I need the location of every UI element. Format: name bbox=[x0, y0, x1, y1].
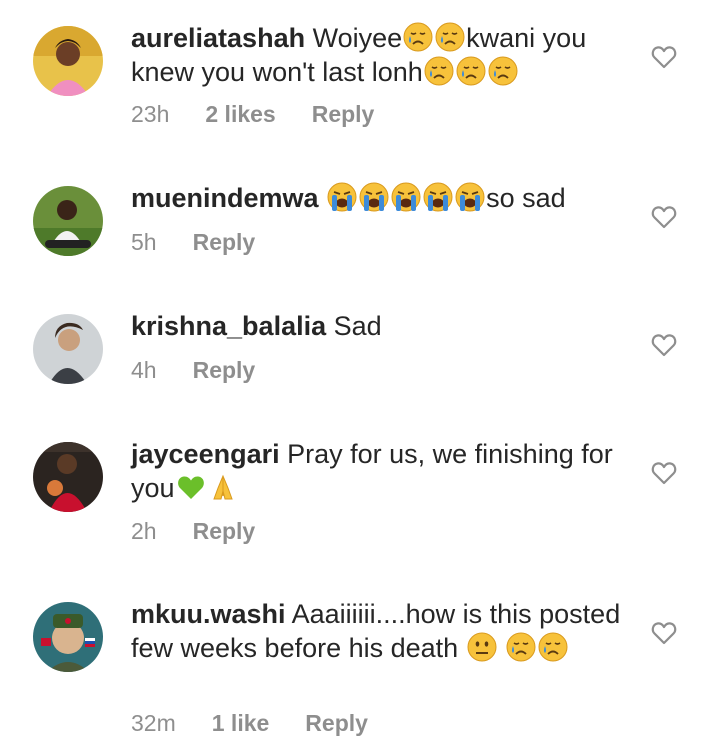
avatar[interactable] bbox=[33, 26, 103, 96]
comment-meta: 5h Reply bbox=[131, 229, 291, 256]
comment-username[interactable]: aureliatashah bbox=[131, 23, 305, 53]
crying-face-emoji bbox=[506, 632, 536, 662]
comment-meta: 23h 2 likes Reply bbox=[131, 101, 410, 128]
crying-face-emoji bbox=[403, 22, 433, 52]
crying-face-emoji bbox=[424, 56, 454, 86]
reply-button[interactable]: Reply bbox=[193, 229, 256, 255]
loudly-crying-face-emoji bbox=[423, 182, 453, 212]
heart-outline-icon[interactable] bbox=[651, 461, 677, 485]
reply-button[interactable]: Reply bbox=[305, 710, 368, 736]
loudly-crying-face-emoji bbox=[327, 182, 357, 212]
crying-face-emoji bbox=[538, 632, 568, 662]
avatar[interactable] bbox=[33, 314, 103, 384]
green-heart-emoji bbox=[176, 472, 206, 502]
comment-time: 4h bbox=[131, 357, 157, 383]
loudly-crying-face-emoji bbox=[391, 182, 421, 212]
comment-text: Woiyee bbox=[312, 23, 403, 53]
comment-body: mkuu.washi Aaaiiiiii....how is this post… bbox=[131, 597, 631, 665]
crying-face-emoji bbox=[435, 22, 465, 52]
heart-outline-icon[interactable] bbox=[651, 45, 677, 69]
reply-button[interactable]: Reply bbox=[193, 518, 256, 544]
comment-meta: 32m 1 like Reply bbox=[131, 710, 404, 737]
comment-time: 32m bbox=[131, 710, 176, 736]
likes-count[interactable]: 2 likes bbox=[205, 101, 275, 127]
likes-count[interactable]: 1 like bbox=[212, 710, 270, 736]
comment-body: muenindemwa so sad bbox=[131, 181, 631, 215]
avatar[interactable] bbox=[33, 602, 103, 672]
comment-text: Sad bbox=[333, 311, 382, 341]
folded-hands-emoji bbox=[208, 472, 238, 502]
reply-button[interactable]: Reply bbox=[193, 357, 256, 383]
heart-outline-icon[interactable] bbox=[651, 333, 677, 357]
comment-username[interactable]: jayceengari bbox=[131, 439, 280, 469]
comment-body: jayceengari Pray for us, we finishing fo… bbox=[131, 437, 631, 505]
comment-time: 23h bbox=[131, 101, 170, 127]
avatar[interactable] bbox=[33, 442, 103, 512]
crying-face-emoji bbox=[488, 56, 518, 86]
heart-outline-icon[interactable] bbox=[651, 205, 677, 229]
crying-face-emoji bbox=[456, 56, 486, 86]
heart-outline-icon[interactable] bbox=[651, 621, 677, 645]
comment-username[interactable]: mkuu.washi bbox=[131, 599, 286, 629]
comment-body: aureliatashah Woiyee kwani you knew you w… bbox=[131, 21, 631, 89]
comment-meta: 4h Reply bbox=[131, 357, 291, 384]
loudly-crying-face-emoji bbox=[359, 182, 389, 212]
comment-time: 2h bbox=[131, 518, 157, 544]
comment-body: krishna_balalia Sad bbox=[131, 309, 631, 343]
loudly-crying-face-emoji bbox=[455, 182, 485, 212]
comment-username[interactable]: muenindemwa bbox=[131, 183, 319, 213]
neutral-face-emoji bbox=[467, 632, 497, 662]
reply-button[interactable]: Reply bbox=[312, 101, 375, 127]
comment-meta: 2h Reply bbox=[131, 518, 291, 545]
comment-username[interactable]: krishna_balalia bbox=[131, 311, 326, 341]
comment-text: so sad bbox=[486, 183, 566, 213]
comment-time: 5h bbox=[131, 229, 157, 255]
avatar[interactable] bbox=[33, 186, 103, 256]
